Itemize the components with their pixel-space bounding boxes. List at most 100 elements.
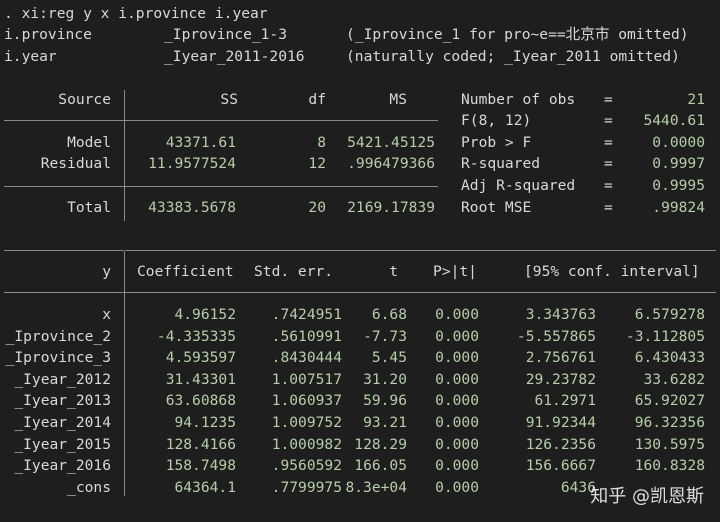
coef-row-var: _Iyear_2014 xyxy=(14,414,111,431)
anova-header-df: df xyxy=(308,91,326,108)
anova-rule-mid-left xyxy=(4,186,124,187)
coef-row-var: _Iprovince_2 xyxy=(5,327,111,345)
coef-row-ci-low: 61.2971 xyxy=(534,392,596,410)
anova-total-label: Total xyxy=(67,199,111,216)
coef-row-p: 0.000 xyxy=(435,457,479,475)
xi-var-year: i.year xyxy=(4,48,57,65)
xi-dummy-province: _Iprovince_1-3 xyxy=(164,26,288,43)
coef-row-se: .7799975 xyxy=(271,478,342,496)
xi-note-year: (naturally coded; _Iyear_2011 omitted) xyxy=(346,48,680,65)
coef-row-se: .5610991 xyxy=(271,327,342,345)
coef-row-t: 93.21 xyxy=(363,414,407,431)
coef-header-t: t xyxy=(389,263,398,280)
stat-label-nobs: Number of obs xyxy=(461,91,576,108)
coef-row-se: 1.000982 xyxy=(271,435,342,453)
stat-label-r2: R-squared xyxy=(461,155,541,172)
coef-row-ci-low: 29.23782 xyxy=(525,370,596,388)
coef-row-t: 5.45 xyxy=(371,349,407,367)
coef-row-se: .8430444 xyxy=(271,349,342,367)
coef-row-se: .7424951 xyxy=(271,306,342,323)
coef-row-var: _Iprovince_3 xyxy=(5,349,111,367)
coef-divider xyxy=(124,251,125,496)
coef-header-coefficient: Coefficient xyxy=(137,263,234,280)
anova-model-ms: 5421.45125 xyxy=(347,134,435,151)
coef-row-t: 31.20 xyxy=(363,370,407,388)
coef-row-p: 0.000 xyxy=(435,392,479,410)
stat-eq-rmse: = xyxy=(604,199,613,216)
coef-row-t: 59.96 xyxy=(363,392,407,410)
xi-note-province: (_Iprovince_1 for pro~e==北京市 omitted) xyxy=(346,26,689,43)
coef-row-ci-high: 160.8328 xyxy=(634,457,705,475)
coef-row-coef: -4.335335 xyxy=(156,327,236,345)
coef-row-se: 1.007517 xyxy=(271,370,342,388)
coef-row-ci-high: -3.112805 xyxy=(625,327,705,345)
coef-row-ci-high: 96.32356 xyxy=(634,414,705,431)
stat-eq-adjr2: = xyxy=(604,177,613,194)
coef-row-ci-low: 156.6667 xyxy=(525,457,596,475)
coef-rule-mid-right xyxy=(125,292,716,293)
coef-rule-mid-left xyxy=(4,292,124,293)
anova-total-df: 20 xyxy=(308,199,326,216)
stat-value-probf: 0.0000 xyxy=(652,134,705,151)
anova-header-source: Source xyxy=(58,91,111,108)
anova-total-ms: 2169.17839 xyxy=(347,199,435,216)
stat-label-probf: Prob > F xyxy=(461,134,532,151)
coef-row-ci-high: 130.5975 xyxy=(634,435,705,453)
coef-row-t: 166.05 xyxy=(354,457,407,475)
coef-row-var: _Iyear_2016 xyxy=(14,457,111,475)
coef-rule-top-left xyxy=(4,250,124,251)
coef-row-ci-high: 6.430433 xyxy=(634,349,705,367)
coef-row-p: 0.000 xyxy=(435,414,479,431)
coef-row-p: 0.000 xyxy=(435,349,479,367)
anova-header-ss: SS xyxy=(220,91,238,108)
anova-total-ss: 43383.5678 xyxy=(148,199,236,216)
anova-residual-ms: .996479366 xyxy=(347,155,435,172)
anova-rule-mid-right xyxy=(125,186,438,187)
stat-eq-r2: = xyxy=(604,155,613,172)
coef-row-p: 0.000 xyxy=(435,435,479,453)
anova-residual-df: 12 xyxy=(308,155,326,172)
anova-divider xyxy=(124,90,125,221)
coef-row-ci-high: 6.579278 xyxy=(634,306,705,323)
coef-row-ci-low: 3.343763 xyxy=(525,306,596,323)
coef-header-y: y xyxy=(102,263,111,280)
coef-row-ci-low: 2.756761 xyxy=(525,349,596,367)
coef-header-ci: [95% conf. interval] xyxy=(524,263,700,280)
coef-row-coef: 94.1235 xyxy=(174,414,236,431)
anova-residual-label: Residual xyxy=(40,155,111,172)
stat-label-f: F(8, 12) xyxy=(461,112,532,129)
coef-row-coef: 64364.1 xyxy=(174,478,236,496)
coef-row-var: _Iyear_2012 xyxy=(14,370,111,388)
coef-row-coef: 31.43301 xyxy=(165,370,236,388)
anova-residual-ss: 11.9577524 xyxy=(148,155,236,172)
stat-value-f: 5440.61 xyxy=(643,112,705,129)
xi-dummy-year: _Iyear_2011-2016 xyxy=(164,48,305,65)
anova-rule-top-left xyxy=(4,120,124,121)
coef-row-coef: 158.7498 xyxy=(165,457,236,475)
coef-row-var: _cons xyxy=(67,478,111,496)
stat-value-rmse: .99824 xyxy=(652,199,705,216)
anova-model-df: 8 xyxy=(317,134,326,151)
coef-header-p: P>|t| xyxy=(433,263,477,280)
coef-row-t: 6.68 xyxy=(371,306,407,323)
coef-row-ci-low: 91.92344 xyxy=(525,414,596,431)
coef-row-coef: 63.60868 xyxy=(165,392,236,410)
stat-eq-nobs: = xyxy=(604,91,613,108)
coef-row-p: 0.000 xyxy=(435,370,479,388)
command-line: . xi:reg y x i.province i.year xyxy=(4,5,268,22)
anova-model-label: Model xyxy=(67,134,111,151)
xi-var-province: i.province xyxy=(4,26,92,43)
anova-model-ss: 43371.61 xyxy=(165,134,236,151)
coef-row-var: _Iyear_2013 xyxy=(14,392,111,410)
coef-header-stderr: Std. err. xyxy=(254,263,334,280)
coef-row-se: .9560592 xyxy=(271,457,342,475)
anova-header-ms: MS xyxy=(389,91,407,108)
coef-row-coef: 128.4166 xyxy=(165,435,236,453)
coef-row-coef: 4.593597 xyxy=(165,349,236,367)
stat-value-r2: 0.9997 xyxy=(652,155,705,172)
stat-eq-probf: = xyxy=(604,134,613,151)
stat-eq-f: = xyxy=(604,112,613,129)
stat-value-adjr2: 0.9995 xyxy=(652,177,705,194)
coef-row-var: x xyxy=(102,306,111,323)
coef-row-var: _Iyear_2015 xyxy=(14,435,111,453)
